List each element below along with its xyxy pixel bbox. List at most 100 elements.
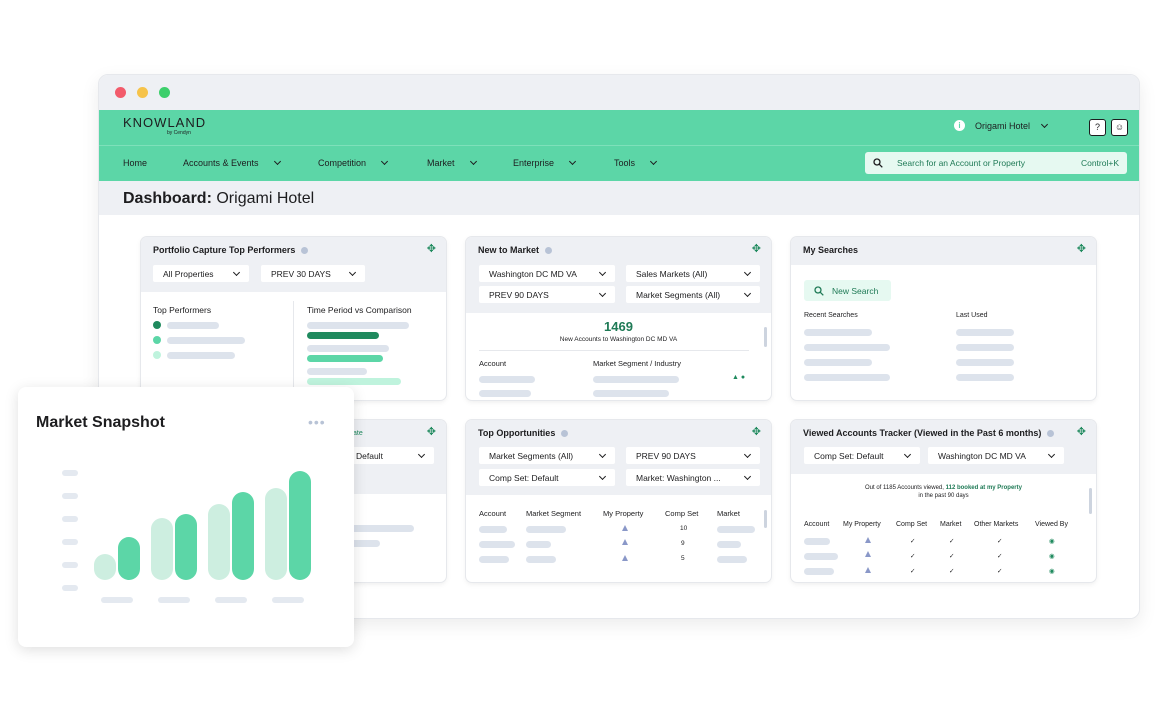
chart-bar[interactable] — [232, 492, 254, 580]
market-segments-dropdown[interactable]: Market Segments (All) — [479, 447, 615, 464]
nav-item-market[interactable]: Market — [427, 157, 477, 168]
eye-icon[interactable]: ◉ — [1049, 567, 1055, 575]
comp-set-dropdown[interactable]: Comp Set: Default — [804, 447, 920, 464]
check-icon: ✓ — [910, 568, 916, 575]
info-icon[interactable] — [1047, 429, 1055, 437]
column-header[interactable]: Market — [940, 521, 961, 528]
chart-bar[interactable] — [94, 554, 116, 580]
top-opportunities-card: Top Opportunities ✥ Market Segments (All… — [466, 420, 771, 582]
chevron-down-icon — [1040, 120, 1049, 128]
recent-searches-label: Recent Searches — [804, 312, 858, 319]
move-icon[interactable]: ✥ — [752, 244, 761, 255]
comp-set-dropdown[interactable]: Default — [346, 447, 434, 464]
search-icon — [814, 285, 824, 296]
nav-item-competition[interactable]: Competition — [318, 157, 389, 168]
eye-icon[interactable]: ◉ — [1049, 537, 1055, 545]
user-account-icon[interactable]: ☺ — [1111, 119, 1128, 136]
portfolio-capture-card: Portfolio Capture Top Performers ✥ All P… — [141, 237, 446, 400]
new-accounts-label: New Accounts to Washington DC MD VA — [559, 336, 678, 343]
market-dropdown[interactable]: Washington DC MD VA — [928, 447, 1064, 464]
maximize-window-dot[interactable] — [159, 87, 170, 98]
card-title: Market Snapshot — [36, 414, 165, 431]
move-icon[interactable]: ✥ — [427, 427, 436, 438]
new-accounts-count: 1469 — [604, 319, 633, 334]
chart-bar[interactable] — [118, 537, 140, 580]
move-icon[interactable]: ✥ — [1077, 427, 1086, 438]
warning-icon — [622, 539, 628, 545]
axis-tick-placeholder — [62, 470, 78, 476]
my-searches-card: My Searches ✥ New Search Recent Searches… — [791, 237, 1096, 400]
x-label-placeholder — [272, 597, 304, 603]
chart-bar[interactable] — [289, 471, 311, 580]
help-icon[interactable]: ? — [1089, 119, 1106, 136]
x-label-placeholder — [101, 597, 133, 603]
knowland-logo[interactable]: KNOWLAND by Cendyn — [123, 116, 206, 137]
chart-bar[interactable] — [151, 518, 173, 580]
new-search-button[interactable]: New Search — [804, 280, 891, 301]
period-dropdown[interactable]: PREV 90 DAYS — [479, 286, 615, 303]
column-header[interactable]: Account — [479, 509, 506, 518]
period-dropdown[interactable]: PREV 90 DAYS — [626, 447, 760, 464]
nav-item-accounts-events[interactable]: Accounts & Events — [183, 157, 281, 168]
axis-tick-placeholder — [62, 493, 78, 499]
minimize-window-dot[interactable] — [137, 87, 148, 98]
move-icon[interactable]: ✥ — [1077, 244, 1086, 255]
comp-set-value: 5 — [681, 555, 685, 562]
period-dropdown[interactable]: PREV 30 DAYS — [261, 265, 365, 282]
column-header[interactable]: My Property — [843, 521, 881, 528]
chart-bar[interactable] — [175, 514, 197, 580]
column-header[interactable]: Comp Set — [665, 509, 698, 518]
global-search-input[interactable]: Search for an Account or Property Contro… — [865, 152, 1127, 174]
move-icon[interactable]: ✥ — [427, 244, 436, 255]
nav-item-label: Tools — [614, 158, 636, 168]
column-header[interactable]: Account — [479, 359, 506, 368]
column-header[interactable]: Account — [804, 521, 829, 528]
nav-item-home[interactable]: Home — [123, 158, 147, 168]
chart-bar[interactable] — [265, 488, 287, 580]
close-window-dot[interactable] — [115, 87, 126, 98]
move-icon[interactable]: ✥ — [752, 427, 761, 438]
scrollbar[interactable] — [1089, 488, 1092, 514]
chart-bar[interactable] — [208, 504, 230, 580]
properties-dropdown[interactable]: All Properties — [153, 265, 249, 282]
main-nav: Home Accounts & Events Competition Market En… — [99, 145, 1139, 181]
x-label-placeholder — [158, 597, 190, 603]
time-period-label: Time Period vs Comparison — [307, 305, 412, 315]
info-icon[interactable] — [301, 246, 309, 254]
chevron-down-icon — [649, 157, 658, 166]
new-to-market-card: New to Market ✥ Washington DC MD VA Sale… — [466, 237, 771, 400]
comp-set-dropdown[interactable]: Comp Set: Default — [479, 469, 615, 486]
info-icon[interactable] — [561, 429, 569, 437]
market-segments-dropdown[interactable]: Market Segments (All) — [626, 286, 760, 303]
market-dropdown[interactable]: Washington DC MD VA — [479, 265, 615, 282]
market-dropdown[interactable]: Market: Washington ... — [626, 469, 760, 486]
hotel-selector[interactable]: i Origami Hotel — [954, 120, 1049, 131]
nav-item-tools[interactable]: Tools — [614, 157, 658, 168]
sales-markets-dropdown[interactable]: Sales Markets (All) — [626, 265, 760, 282]
check-icon: ✓ — [997, 568, 1003, 575]
search-icon — [873, 158, 883, 168]
person-icon: ▲ ● — [732, 374, 746, 381]
nav-item-label: Accounts & Events — [183, 158, 259, 168]
warning-icon — [865, 551, 871, 557]
column-header[interactable]: My Property — [603, 509, 643, 518]
scrollbar[interactable] — [764, 510, 767, 528]
column-header[interactable]: Market — [717, 509, 740, 518]
check-icon: ✓ — [910, 553, 916, 560]
warning-icon — [622, 555, 628, 561]
check-icon: ✓ — [997, 553, 1003, 560]
column-header[interactable]: Market Segment — [526, 509, 581, 518]
info-icon[interactable] — [545, 246, 553, 254]
eye-icon[interactable]: ◉ — [1049, 552, 1055, 560]
viewed-accounts-card: Viewed Accounts Tracker (Viewed in the P… — [791, 420, 1096, 582]
comp-set-value: 9 — [681, 540, 685, 547]
card-title-fragment: ate — [353, 430, 363, 437]
column-header[interactable]: Viewed By — [1035, 521, 1068, 528]
more-options-icon[interactable]: ••• — [308, 414, 326, 430]
column-header[interactable]: Comp Set — [896, 521, 927, 528]
axis-tick-placeholder — [62, 585, 78, 591]
column-header[interactable]: Market Segment / Industry — [593, 359, 681, 368]
scrollbar[interactable] — [764, 327, 767, 347]
column-header[interactable]: Other Markets — [974, 521, 1018, 528]
nav-item-enterprise[interactable]: Enterprise — [513, 157, 577, 168]
